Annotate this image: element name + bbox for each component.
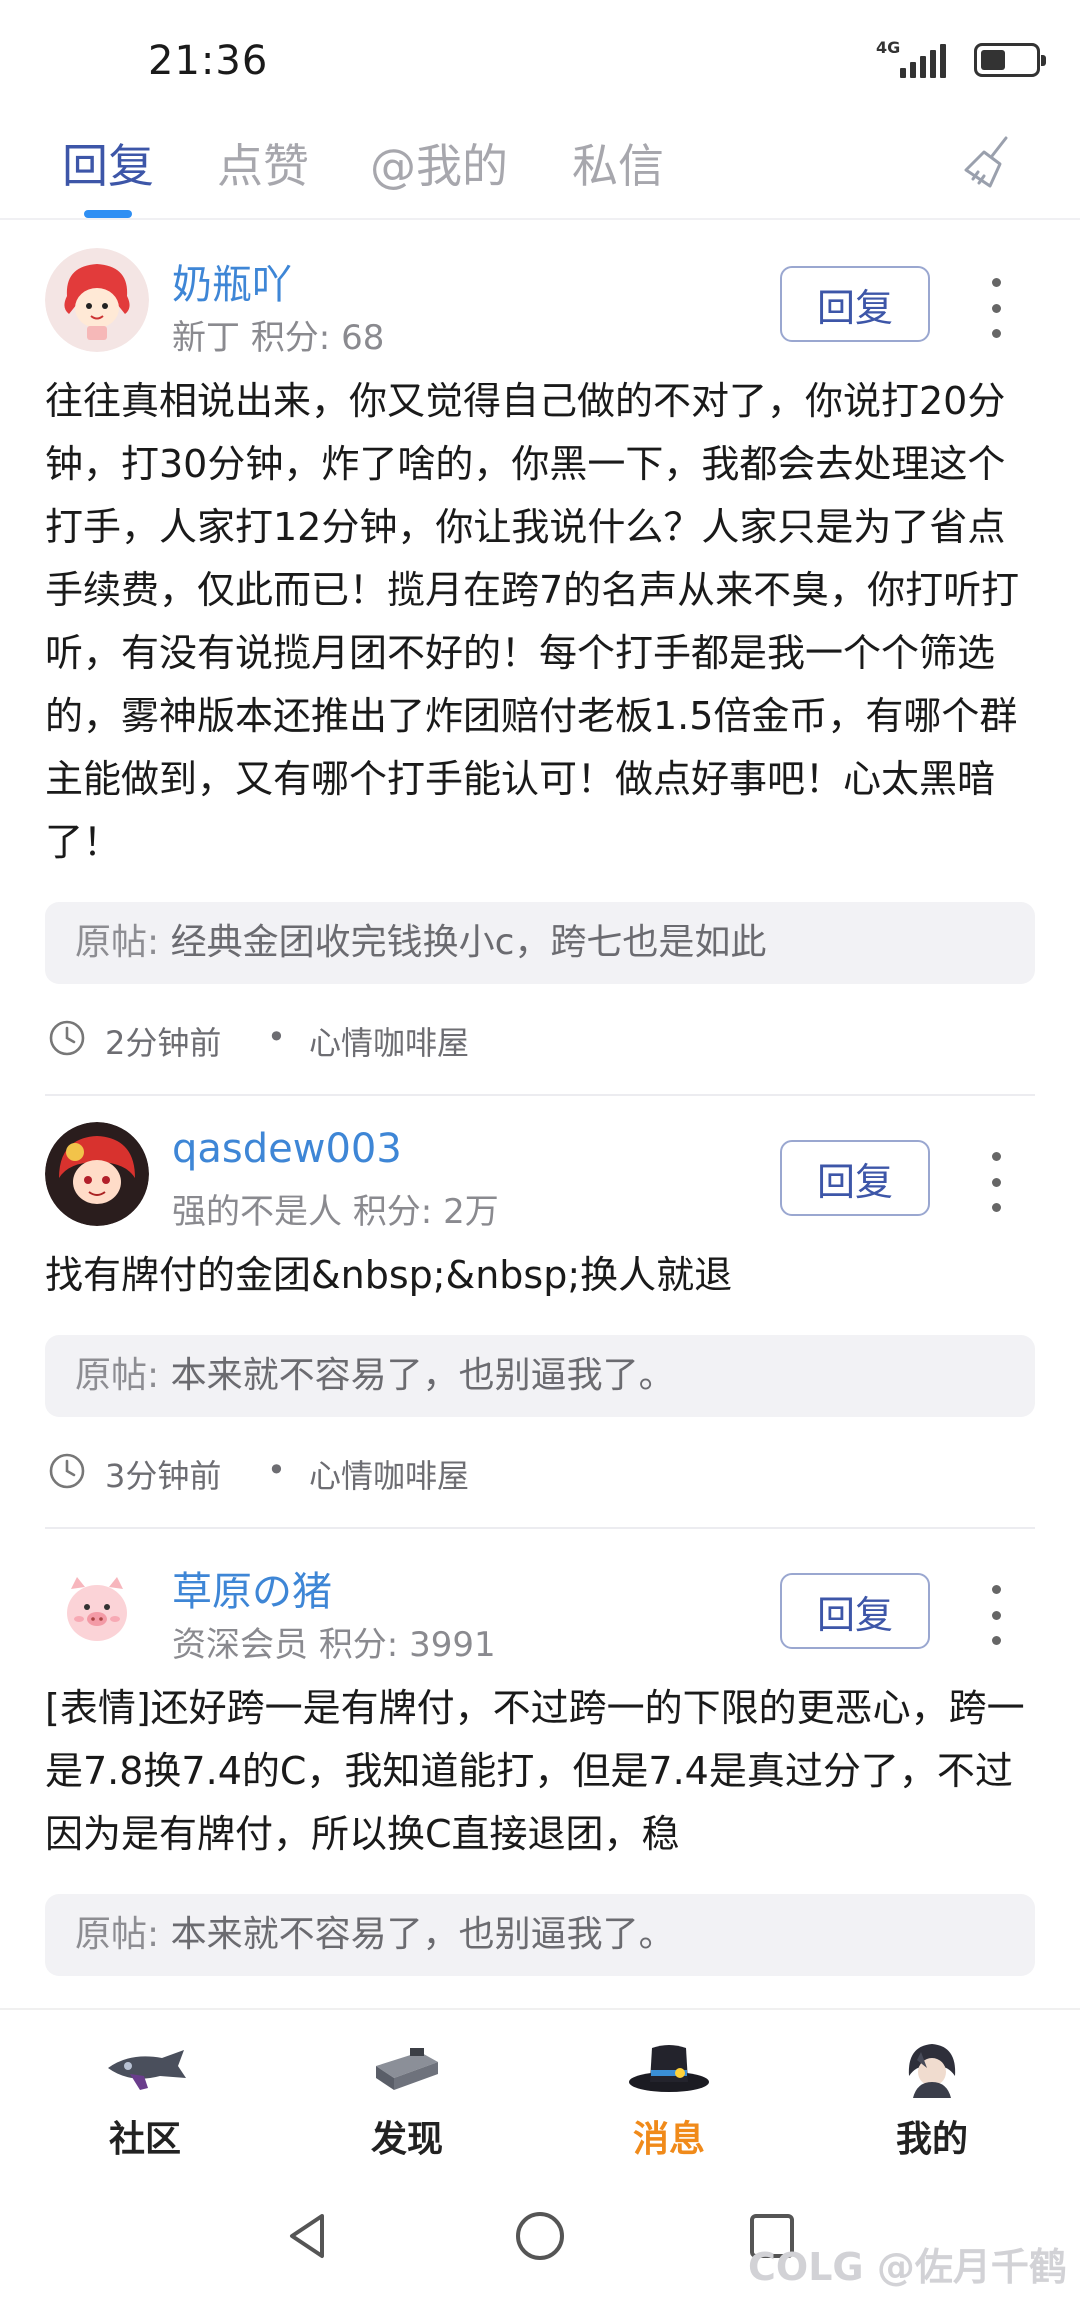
quote-text: 本来就不容易了，也别逼我了。 bbox=[170, 1914, 675, 1955]
more-options-icon[interactable] bbox=[984, 278, 1008, 338]
reply-text: [表情]还好跨一是有牌付，不过跨一的下限的更恶心，跨一是7.8换7.4的C，我知… bbox=[45, 1686, 1025, 1856]
active-tab-indicator bbox=[84, 210, 132, 218]
original-post-quote[interactable]: 原帖: 本来就不容易了，也别逼我了。 bbox=[45, 1894, 1035, 1976]
avatar[interactable] bbox=[45, 1122, 149, 1226]
airship-icon bbox=[108, 2050, 186, 2090]
user-rank: 资深会员 bbox=[172, 1625, 308, 1665]
more-options-icon[interactable] bbox=[984, 1585, 1008, 1645]
reply-button[interactable]: 回复 bbox=[780, 266, 930, 342]
forum-name[interactable]: 心情咖啡屋 bbox=[309, 1451, 469, 1497]
meta-separator: • bbox=[267, 1451, 286, 1489]
quote-text: 经典金团收完钱换小c，跨七也是如此 bbox=[170, 922, 767, 963]
more-options-icon[interactable] bbox=[984, 1152, 1008, 1212]
user-name[interactable]: qasdew003 bbox=[172, 1126, 402, 1172]
clock-icon bbox=[49, 1020, 85, 1056]
user-points: 积分: 68 bbox=[250, 318, 385, 358]
reply-button[interactable]: 回复 bbox=[780, 1140, 930, 1216]
reply-card: 草原の猪 资深会员 积分: 3991 回复 [表情]还好跨一是有牌付，不过跨一的… bbox=[0, 1529, 1080, 1976]
tab-replies[interactable]: 回复 bbox=[62, 130, 154, 196]
back-triangle-icon[interactable] bbox=[276, 2204, 340, 2268]
user-rank-points: 资深会员 积分: 3991 bbox=[172, 1617, 496, 1666]
quote-text: 本来就不容易了，也别逼我了。 bbox=[170, 1355, 675, 1396]
forum-name[interactable]: 心情咖啡屋 bbox=[309, 1018, 469, 1064]
quote-label: 原帖: bbox=[75, 1914, 160, 1955]
machine-icon bbox=[376, 2048, 438, 2090]
user-rank-points: 新丁 积分: 68 bbox=[172, 310, 384, 359]
meta-separator: • bbox=[267, 1018, 286, 1056]
nav-community[interactable]: 社区 bbox=[65, 2030, 225, 2170]
reply-meta: 3分钟前 • 心情咖啡屋 bbox=[45, 1417, 1035, 1529]
user-rank: 强的不是人 bbox=[172, 1192, 342, 1232]
user-points: 积分: 3991 bbox=[318, 1625, 496, 1665]
quote-label: 原帖: bbox=[75, 1355, 160, 1396]
top-hat-icon bbox=[629, 2045, 709, 2092]
nav-profile[interactable]: 我的 bbox=[852, 2030, 1012, 2170]
network-label: 4G bbox=[876, 38, 901, 57]
character-avatar-icon bbox=[908, 2044, 956, 2098]
reply-text: 往往真相说出来，你又觉得自己做的不对了，你说打20分钟，打30分钟，炸了啥的，你… bbox=[45, 379, 1020, 864]
avatar[interactable] bbox=[45, 248, 149, 352]
message-tabs: 回复 点赞 @我的 私信 bbox=[0, 110, 1080, 220]
nav-label: 社区 bbox=[108, 2119, 181, 2160]
nav-label: 我的 bbox=[895, 2119, 968, 2160]
reply-card: qasdew003 强的不是人 积分: 2万 回复 找有牌付的金团&nbsp;&… bbox=[0, 1096, 1080, 1529]
tab-mentions[interactable]: @我的 bbox=[370, 130, 508, 196]
tab-private-messages[interactable]: 私信 bbox=[572, 130, 664, 196]
user-points: 积分: 2万 bbox=[352, 1192, 499, 1232]
reply-meta: 2分钟前 • 心情咖啡屋 bbox=[45, 984, 1035, 1096]
reply-feed[interactable]: 奶瓶吖 新丁 积分: 68 回复 往往真相说出来，你又觉得自己做的不对了，你说打… bbox=[0, 222, 1080, 2008]
signal-icon: 4G bbox=[876, 40, 956, 80]
nav-label: 发现 bbox=[370, 2119, 443, 2160]
status-time: 21:36 bbox=[148, 38, 269, 84]
clock-icon bbox=[49, 1453, 85, 1489]
original-post-quote[interactable]: 原帖: 经典金团收完钱换小c，跨七也是如此 bbox=[45, 902, 1035, 984]
battery-icon bbox=[974, 43, 1046, 77]
avatar[interactable] bbox=[45, 1555, 149, 1659]
status-bar: 21:36 4G bbox=[0, 0, 1080, 110]
nav-discover[interactable]: 发现 bbox=[327, 2030, 487, 2170]
nav-messages[interactable]: 消息 bbox=[589, 2030, 749, 2170]
reply-text: 找有牌付的金团&nbsp;&nbsp;换人就退 bbox=[45, 1253, 733, 1297]
user-rank: 新丁 bbox=[172, 318, 240, 358]
user-name[interactable]: 草原の猪 bbox=[172, 1559, 332, 1617]
tab-likes[interactable]: 点赞 bbox=[217, 130, 309, 196]
status-icons: 4G bbox=[876, 40, 1046, 80]
user-name[interactable]: 奶瓶吖 bbox=[172, 252, 292, 310]
home-circle-icon[interactable] bbox=[508, 2204, 572, 2268]
nav-label: 消息 bbox=[632, 2119, 705, 2160]
reply-button[interactable]: 回复 bbox=[780, 1573, 930, 1649]
original-post-quote[interactable]: 原帖: 本来就不容易了，也别逼我了。 bbox=[45, 1335, 1035, 1417]
bottom-navigation: 社区 发现 消息 我的 bbox=[0, 2008, 1080, 2178]
watermark: COLG @佐月千鹤 bbox=[748, 2245, 1067, 2289]
reply-time: 2分钟前 bbox=[105, 1024, 222, 1062]
battery-level bbox=[981, 50, 1005, 70]
clear-broom-icon[interactable] bbox=[960, 132, 1020, 192]
user-rank-points: 强的不是人 积分: 2万 bbox=[172, 1184, 499, 1233]
reply-time: 3分钟前 bbox=[105, 1457, 222, 1495]
reply-card: 奶瓶吖 新丁 积分: 68 回复 往往真相说出来，你又觉得自己做的不对了，你说打… bbox=[0, 222, 1080, 1096]
quote-label: 原帖: bbox=[75, 922, 160, 963]
